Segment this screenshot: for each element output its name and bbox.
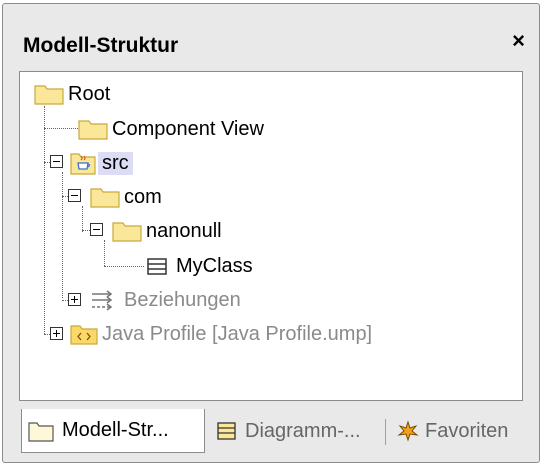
tab-label: Diagramm-... (245, 419, 361, 442)
tab-diagramm[interactable]: Diagramm-... (215, 409, 385, 453)
tab-modell-struktur[interactable]: Modell-Str... (21, 409, 205, 453)
tree-node-src[interactable]: src (70, 149, 133, 177)
panel-title: Modell-Struktur (23, 34, 179, 57)
tree-node-label: Java Profile [Java Profile.ump] (102, 322, 373, 345)
tab-label: Favoriten (425, 419, 509, 442)
folder-icon (90, 188, 120, 208)
java-package-icon (70, 153, 96, 175)
folder-icon (112, 222, 142, 242)
model-tree-panel: Modell-Struktur × Root Component View sr… (2, 3, 540, 463)
tree-node-nanonull[interactable]: nanonull (112, 217, 222, 245)
expand-java-profile-toggle[interactable] (50, 327, 63, 340)
tree-node-beziehungen[interactable]: Beziehungen (90, 286, 241, 314)
collapse-nanonull-toggle[interactable] (90, 223, 103, 236)
tree-node-component-view[interactable]: Component View (78, 115, 264, 143)
tree-node-label: Root (68, 82, 111, 105)
expand-beziehungen-toggle[interactable] (68, 293, 81, 306)
tree-node-label: MyClass (176, 254, 253, 277)
model-tree: Root Component View src com nanonull MyC… (19, 71, 523, 401)
tree-node-label: Beziehungen (124, 288, 241, 311)
relations-icon (92, 290, 113, 311)
tree-node-java-profile[interactable]: Java Profile [Java Profile.ump] (70, 320, 372, 348)
folder-icon (34, 85, 64, 105)
diagram-tree-icon (217, 422, 236, 440)
folder-icon (28, 421, 54, 442)
panel-titlebar: Modell-Struktur × (3, 4, 539, 62)
tree-node-label: Component View (112, 117, 264, 140)
collapse-com-toggle[interactable] (68, 189, 81, 202)
tab-favoriten[interactable]: Favoriten (397, 409, 527, 453)
star-icon (397, 420, 419, 442)
class-icon (147, 258, 167, 275)
tree-node-label: com (124, 185, 162, 208)
tab-label: Modell-Str... (62, 419, 169, 441)
collapse-src-toggle[interactable] (50, 155, 63, 168)
tab-separator (385, 419, 386, 445)
panel-tabstrip: Modell-Str... Diagramm-... Favoriten (19, 409, 523, 455)
tree-node-myclass[interactable]: MyClass (146, 252, 253, 280)
close-icon[interactable]: × (512, 30, 525, 52)
tree-node-label: nanonull (146, 219, 222, 242)
tree-node-label: src (98, 151, 133, 175)
tree-node-com[interactable]: com (90, 183, 162, 211)
tree-node-root[interactable]: Root (34, 80, 110, 108)
profile-folder-icon (70, 325, 98, 345)
folder-icon (78, 120, 108, 140)
